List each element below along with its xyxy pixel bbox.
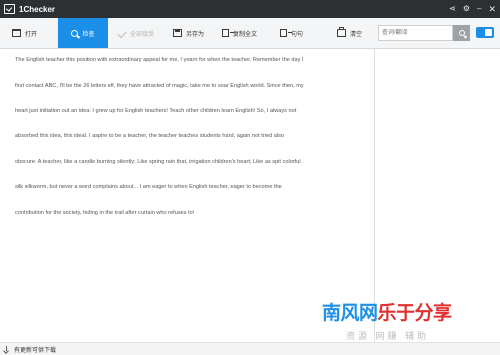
watermark-slogan: 乐于分享 <box>377 303 453 324</box>
copy-all-label: 复制全文 <box>233 31 258 38</box>
lookup-search-input[interactable] <box>378 25 453 41</box>
window-controls: ⋖ ⚙ – ✕ <box>449 0 496 18</box>
watermark-title: 南风网乐于分享 <box>322 298 452 325</box>
search-button[interactable] <box>453 25 470 41</box>
save-icon <box>173 29 182 37</box>
settings-icon[interactable]: ⚙ <box>463 0 470 18</box>
editor-line: contribution for the society, hiding in … <box>15 210 195 216</box>
copy-all-button[interactable]: 复制全文 <box>222 18 257 48</box>
minimize-button[interactable]: – <box>477 0 481 18</box>
search-icon <box>71 29 79 37</box>
watermark-brand: 南风网 <box>322 303 378 324</box>
trash-icon <box>337 27 346 37</box>
accept-all-button[interactable]: 全部接受 <box>117 18 155 48</box>
editor-line: silk silkworm, but never a word complain… <box>15 184 282 190</box>
check-button[interactable]: 检查 <box>58 18 108 48</box>
editor-line: first contact ABC, I'll be the 26 letter… <box>15 83 304 89</box>
share-icon[interactable]: ⋖ <box>449 0 456 18</box>
watermark-subtitle: 资源 网赚 辅助 <box>346 331 430 341</box>
open-button[interactable]: 打开 <box>12 18 37 48</box>
check-label: 检查 <box>82 31 95 38</box>
copy-icon <box>222 29 234 37</box>
save-as-label: 另存为 <box>186 31 205 38</box>
editor-line: The English teacher this position with e… <box>15 57 304 63</box>
editor-line: absorbed this idea, this ideal. I aspire… <box>15 133 284 139</box>
panel-toggle[interactable] <box>476 27 494 38</box>
editor-line: heart just initiation out an idea: I gre… <box>15 108 297 114</box>
clear-button[interactable]: 清空 <box>337 18 362 48</box>
translate-button[interactable]: 句句 <box>280 18 303 48</box>
download-icon <box>6 346 7 351</box>
app-title: 1Checker <box>19 4 56 14</box>
update-message[interactable]: 有更新可供下载 <box>14 345 56 354</box>
editor-line: obscure. A teacher, like a candle burnin… <box>15 159 301 165</box>
save-as-button[interactable]: 另存为 <box>173 18 204 48</box>
translate-label: 句句 <box>291 31 304 38</box>
folder-icon <box>12 29 21 37</box>
close-button[interactable]: ✕ <box>488 0 496 18</box>
accept-all-label: 全部接受 <box>130 31 155 38</box>
clear-label: 清空 <box>350 31 363 38</box>
open-label: 打开 <box>25 31 38 38</box>
title-bar: 1Checker ⋖ ⚙ – ✕ <box>0 0 500 18</box>
translate-icon <box>280 29 292 37</box>
search-icon <box>458 30 465 36</box>
watermark: 南风网乐于分享 资源 网赚 辅助 <box>318 298 500 355</box>
checkmark-icon <box>117 28 127 38</box>
app-logo-icon <box>4 4 15 14</box>
